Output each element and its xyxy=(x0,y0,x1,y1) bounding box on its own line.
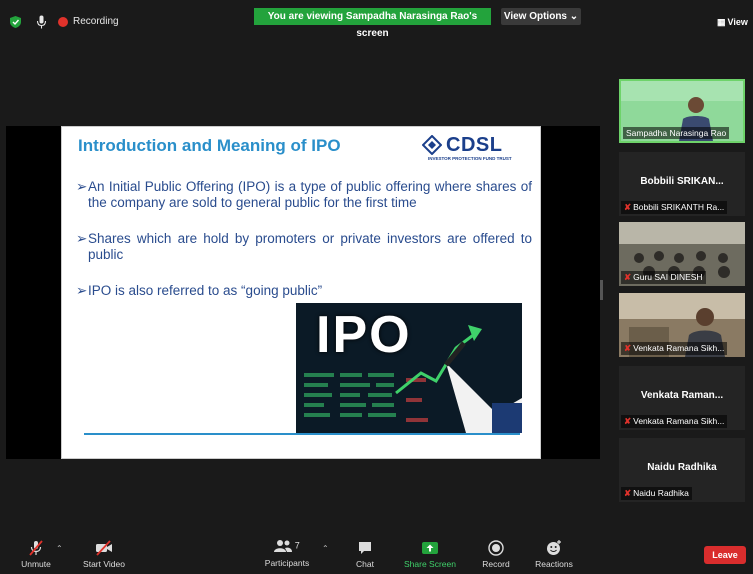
chat-button[interactable]: Chat xyxy=(350,534,380,574)
reactions-label: Reactions xyxy=(535,559,573,569)
participant-tile[interactable]: Naidu Radhika ✘ Naidu Radhika xyxy=(619,438,745,502)
share-screen-icon xyxy=(422,542,438,554)
bullet-text: Shares which are hold by promoters or pr… xyxy=(88,231,532,262)
audio-options-chevron-icon[interactable]: ⌃ xyxy=(56,544,63,553)
participant-name-tag: Sampadha Narasinga Rao xyxy=(623,127,730,139)
participant-tile[interactable]: ✘ Venkata Ramana Sikh... xyxy=(619,293,745,357)
reactions-smiley-icon xyxy=(547,540,561,555)
participant-tile[interactable]: ✘ Guru SAI DINESH xyxy=(619,222,745,286)
ipo-illustration: IPO xyxy=(296,303,522,433)
viewing-screen-banner: You are viewing Sampadha Narasinga Rao's… xyxy=(254,8,491,39)
start-video-button[interactable]: Start Video xyxy=(78,534,130,574)
shield-icon[interactable] xyxy=(10,16,21,28)
muted-microphone-icon xyxy=(29,540,43,556)
presentation-slide: Introduction and Meaning of IPO CDSL INV… xyxy=(61,126,541,459)
start-video-label: Start Video xyxy=(83,559,125,569)
muted-mic-icon: ✘ xyxy=(624,488,632,498)
participants-count: 7 xyxy=(294,540,300,551)
slide-title: Introduction and Meaning of IPO xyxy=(78,136,341,155)
recording-indicator-icon xyxy=(58,17,68,27)
participant-display-name: Bobbili SRIKAN... xyxy=(640,176,724,187)
meeting-window: Recording You are viewing Sampadha Naras… xyxy=(0,0,753,574)
share-screen-button[interactable]: Share Screen xyxy=(402,534,458,574)
cdsl-logo-mark-icon xyxy=(422,135,442,155)
bullet-arrow-icon: ➢ xyxy=(76,283,88,298)
view-options-button[interactable]: View Options ⌄ xyxy=(501,8,581,25)
slide-bullet: ➢ IPO is also referred to as “going publ… xyxy=(76,283,532,299)
participant-display-name: Naidu Radhika xyxy=(647,462,717,473)
unmute-button[interactable]: Unmute xyxy=(14,534,58,574)
participant-display-name: Venkata Raman... xyxy=(640,390,724,401)
muted-mic-icon: ✘ xyxy=(624,202,632,212)
record-icon xyxy=(488,540,504,556)
view-button[interactable]: ▦ View xyxy=(717,17,748,28)
participant-name-tag: ✘ Guru SAI DINESH xyxy=(621,271,706,284)
recording-label: Recording xyxy=(73,16,119,27)
cdsl-logo: CDSL INVESTOR PROTECTION FUND TRUST xyxy=(418,134,518,162)
share-screen-label: Share Screen xyxy=(404,559,456,569)
slide-bullet: ➢ Shares which are hold by promoters or … xyxy=(76,231,532,263)
record-label: Record xyxy=(482,559,510,569)
video-off-icon xyxy=(96,540,112,556)
muted-mic-icon: ✘ xyxy=(624,272,632,282)
participant-tile[interactable]: Sampadha Narasinga Rao xyxy=(619,79,745,143)
participant-name-tag: ✘ Venkata Ramana Sikh... xyxy=(621,342,728,355)
participant-name-tag: ✘ Naidu Radhika xyxy=(621,487,692,500)
ipo-image-text: IPO xyxy=(316,306,412,364)
microphone-icon[interactable] xyxy=(36,15,47,29)
participants-button[interactable]: 7 Participants xyxy=(262,534,312,574)
cdsl-logo-text: CDSL xyxy=(446,134,503,156)
unmute-label: Unmute xyxy=(21,559,51,569)
slide-bullet: ➢ An Initial Public Offering (IPO) is a … xyxy=(76,179,532,211)
chat-label: Chat xyxy=(356,559,374,569)
panel-resize-handle[interactable] xyxy=(600,280,603,300)
view-button-label: View xyxy=(727,17,748,27)
shared-screen: Introduction and Meaning of IPO CDSL INV… xyxy=(6,126,600,459)
participant-tile[interactable]: Bobbili SRIKAN... ✘ Bobbili SRIKANTH Ra..… xyxy=(619,152,745,216)
chat-icon xyxy=(359,542,371,554)
muted-mic-icon: ✘ xyxy=(624,416,632,426)
muted-mic-icon: ✘ xyxy=(624,343,632,353)
record-button[interactable]: Record xyxy=(478,534,514,574)
slide-divider-line xyxy=(84,433,520,435)
gallery-grid-icon: ▦ xyxy=(717,17,726,27)
participants-icon xyxy=(274,540,293,552)
participant-tile[interactable]: Venkata Raman... ✘ Venkata Ramana Sikh... xyxy=(619,366,745,430)
participants-label: Participants xyxy=(264,558,310,568)
bullet-text: An Initial Public Offering (IPO) is a ty… xyxy=(88,179,532,210)
participant-name-tag: ✘ Bobbili SRIKANTH Ra... xyxy=(621,201,728,214)
reactions-button[interactable]: Reactions xyxy=(532,534,576,574)
participants-options-chevron-icon[interactable]: ⌃ xyxy=(322,544,329,553)
bullet-arrow-icon: ➢ xyxy=(76,231,88,246)
meeting-toolbar: Unmute ⌃ Start Video 7 Participants ⌃ Ch… xyxy=(0,534,753,574)
participant-name-tag: ✘ Venkata Ramana Sikh... xyxy=(621,415,728,428)
leave-button[interactable]: Leave xyxy=(704,546,746,564)
bullet-text: IPO is also referred to as “going public… xyxy=(88,283,323,298)
cdsl-logo-subtext: INVESTOR PROTECTION FUND TRUST xyxy=(428,156,512,161)
bullet-arrow-icon: ➢ xyxy=(76,179,88,194)
